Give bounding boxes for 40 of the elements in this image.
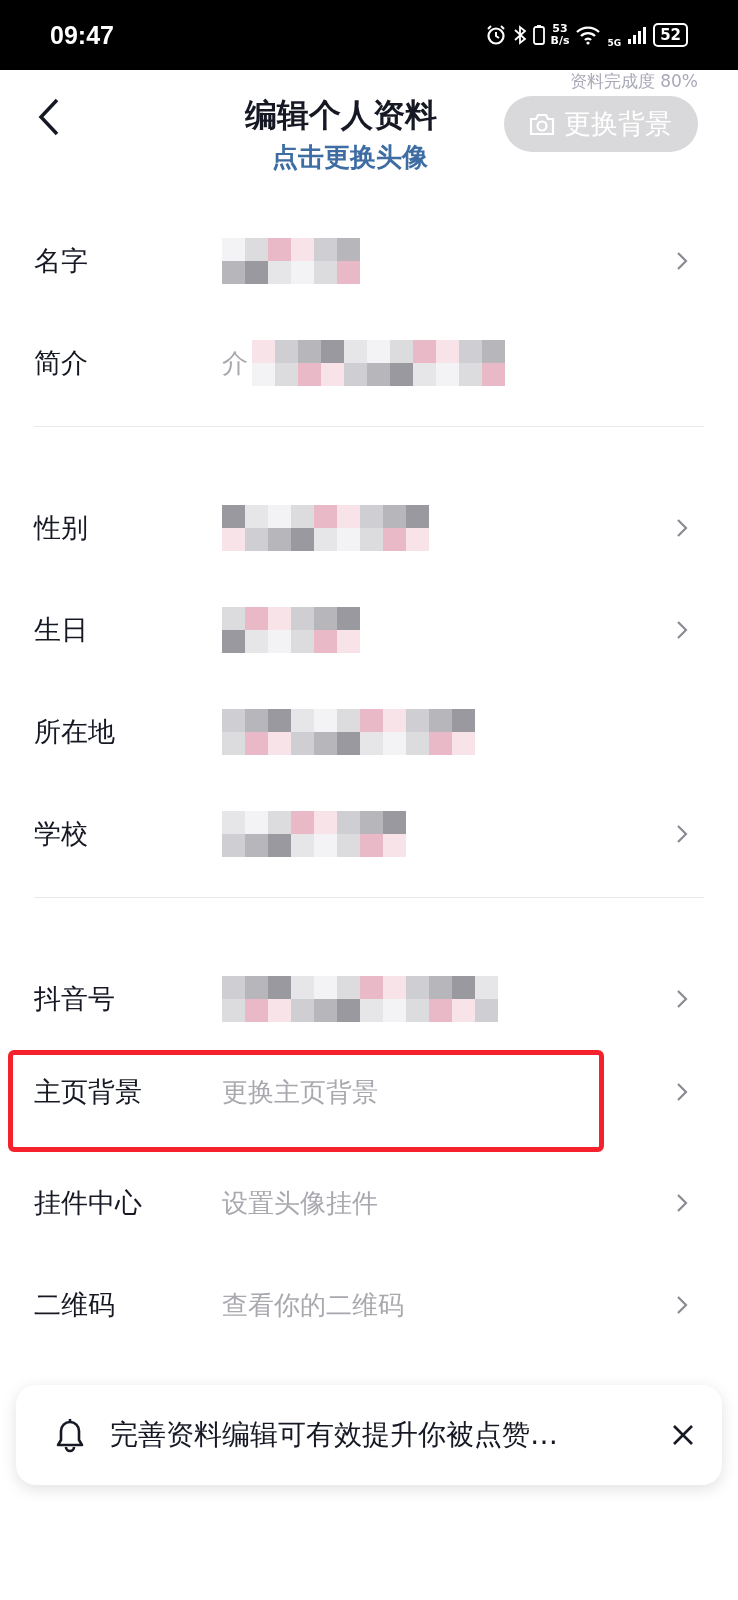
alarm-icon — [484, 24, 507, 46]
profile-row[interactable]: 简介 介 — [0, 312, 738, 414]
row-label: 挂件中心 — [34, 1186, 143, 1220]
close-icon[interactable] — [672, 1424, 694, 1446]
profile-row[interactable]: 挂件中心 设置头像挂件 — [0, 1152, 738, 1254]
signal-icon — [627, 25, 648, 45]
row-label: 名字 — [34, 244, 89, 278]
row-value: 更换主页背景 — [222, 1075, 378, 1109]
battery-saver-icon — [532, 24, 545, 46]
profile-row[interactable]: 性别 — [0, 477, 738, 579]
profile-row[interactable]: 所在地 — [0, 681, 738, 783]
row-label: 主页背景 — [34, 1075, 143, 1109]
page-title: 编辑个人资料 — [245, 95, 437, 136]
row-label: 性别 — [34, 511, 89, 545]
toast-message: 完善资料编辑可有效提升你被点赞… — [110, 1417, 559, 1453]
row-label: 学校 — [34, 817, 89, 851]
network-type: 5G — [607, 38, 622, 48]
row-label: 二维码 — [34, 1288, 116, 1322]
bluetooth-icon — [512, 24, 527, 46]
wifi-icon — [575, 25, 602, 45]
row-label: 抖音号 — [34, 982, 116, 1016]
row-value: 介 — [222, 346, 248, 380]
profile-row[interactable]: 二维码 查看你的二维码 — [0, 1254, 738, 1356]
profile-row[interactable]: 抖音号 — [0, 948, 738, 1050]
highlighted-row[interactable]: 主页背景 更换主页背景 — [8, 1050, 604, 1152]
row-label: 所在地 — [34, 715, 116, 749]
profile-row[interactable]: 生日 — [0, 579, 738, 681]
row-label: 简介 — [34, 346, 89, 380]
back-icon[interactable] — [38, 98, 60, 136]
row-value: 设置头像挂件 — [222, 1186, 378, 1220]
change-avatar-link[interactable]: 点击更换头像 — [272, 140, 428, 175]
battery-level: 52 — [653, 23, 688, 47]
completion-text: 资料完成度 80% — [569, 70, 698, 93]
network-speed: 53 B/s — [550, 23, 570, 47]
clock-time: 09:47 — [50, 20, 114, 50]
row-label: 生日 — [34, 613, 89, 647]
camera-icon — [528, 112, 556, 136]
profile-row[interactable]: 学校 — [0, 783, 738, 885]
profile-row[interactable]: 名字 — [0, 210, 738, 312]
row-value: 查看你的二维码 — [222, 1288, 404, 1322]
